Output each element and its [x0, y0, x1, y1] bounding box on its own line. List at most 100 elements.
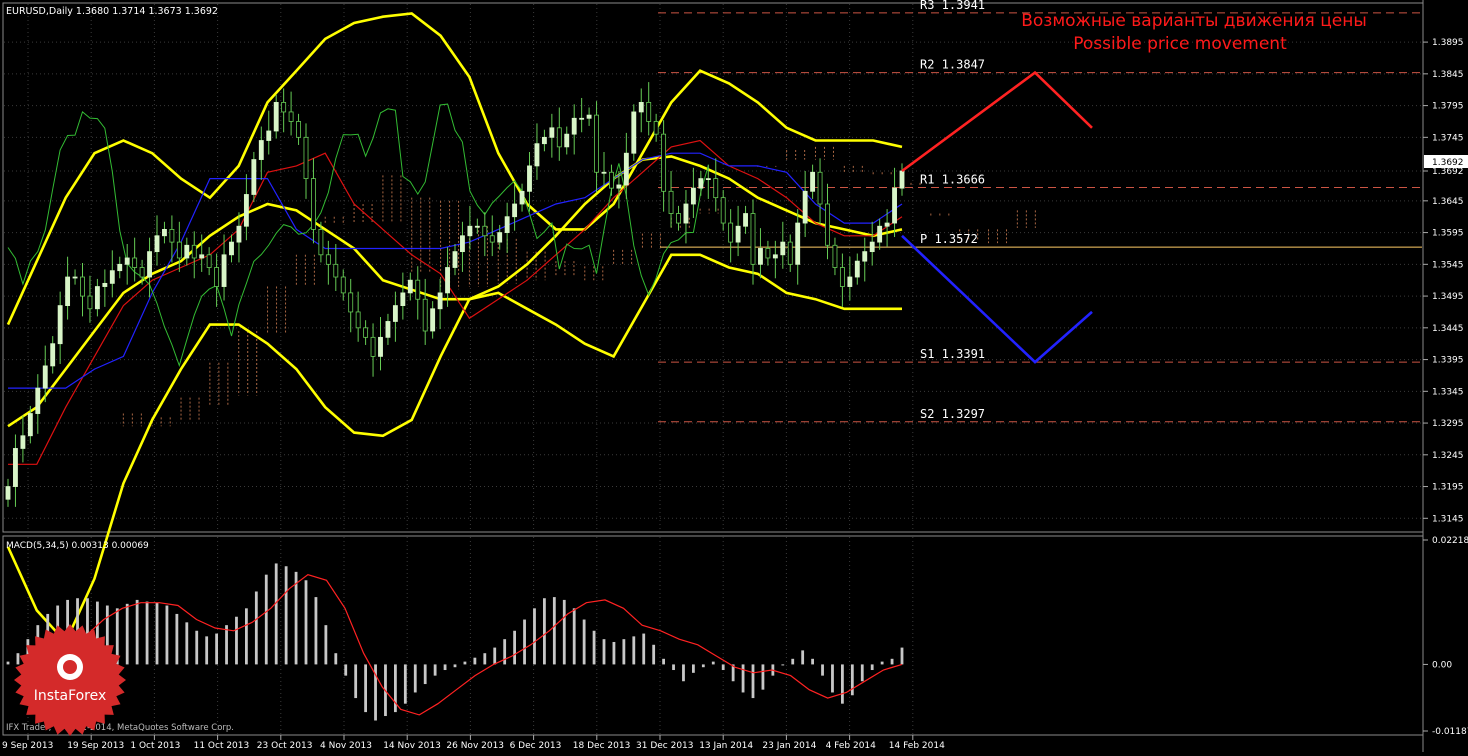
- chart-canvas[interactable]: R3 1.3941 R2 1.3847 R1 1.3666 P 1.3572 S1 1.…: [0, 0, 1468, 752]
- candle: [50, 336, 56, 374]
- candle-body: [661, 133, 667, 192]
- forecast-line-up: [901, 70, 1093, 173]
- candle: [601, 151, 607, 187]
- candle: [370, 323, 376, 377]
- candle-body: [35, 387, 41, 414]
- candle: [20, 415, 26, 463]
- candle-body: [124, 257, 130, 265]
- candle-body: [586, 114, 592, 119]
- candle-body: [266, 130, 272, 141]
- candle-body: [378, 336, 383, 357]
- candle-body: [348, 292, 354, 313]
- candle-body: [311, 178, 316, 230]
- macd-bar: [294, 571, 298, 665]
- candle: [847, 256, 853, 301]
- candle: [661, 120, 667, 212]
- candle: [80, 263, 85, 317]
- candle: [251, 151, 257, 203]
- candle: [35, 374, 41, 434]
- macd-bar: [900, 647, 904, 665]
- candle: [162, 221, 167, 244]
- candle: [325, 240, 331, 285]
- candle: [303, 123, 309, 199]
- candle-body: [407, 279, 413, 294]
- candle: [817, 158, 823, 225]
- macd-bar: [801, 650, 805, 665]
- candle-body: [601, 171, 607, 174]
- candle: [653, 113, 659, 142]
- candle-body: [355, 311, 361, 329]
- candle: [281, 88, 287, 133]
- macd-bar: [692, 664, 695, 673]
- candle-body: [698, 178, 704, 189]
- candle: [489, 215, 495, 257]
- macd-bar: [503, 639, 507, 665]
- candle: [229, 234, 234, 263]
- candle-body: [839, 267, 845, 287]
- candle-body: [497, 232, 503, 243]
- candle-body: [363, 327, 369, 338]
- candle-body: [214, 267, 220, 287]
- macd-bar: [831, 664, 834, 693]
- candle-body: [80, 276, 85, 297]
- macd-bar: [185, 622, 189, 665]
- macd-bar: [711, 661, 715, 665]
- candle: [184, 237, 190, 266]
- candle: [57, 291, 63, 365]
- macd-bar: [761, 664, 765, 690]
- time-tick-label: 18 Dec 2013: [573, 741, 631, 751]
- candle: [564, 126, 570, 155]
- time-tick-label: 1 Oct 2013: [130, 741, 180, 751]
- candle-body: [169, 229, 175, 243]
- candle-body: [847, 276, 853, 287]
- candle: [772, 240, 778, 279]
- macd-bar: [513, 630, 516, 665]
- candle: [795, 209, 801, 285]
- candle: [683, 190, 689, 244]
- candle: [460, 221, 465, 272]
- candle: [877, 218, 883, 250]
- candle: [72, 269, 78, 285]
- candle: [5, 478, 11, 507]
- candle-body: [385, 321, 391, 338]
- macd-bar: [344, 664, 348, 676]
- candle: [191, 231, 197, 279]
- price-tick-label: 1.3295: [1432, 419, 1464, 429]
- candle: [482, 212, 488, 257]
- candle-body: [147, 251, 152, 278]
- candle-body: [594, 114, 599, 173]
- candle-body: [668, 190, 674, 214]
- price-tick-label: 1.3895: [1432, 38, 1464, 48]
- candle-body: [94, 286, 100, 310]
- macd-bar: [811, 658, 814, 665]
- candle-body: [869, 241, 875, 253]
- macd-bar: [334, 653, 338, 665]
- candle-body: [460, 235, 465, 253]
- candle-body: [42, 365, 48, 389]
- time-tick-label: 4 Feb 2014: [826, 741, 877, 751]
- price-tick-label: 1.3645: [1432, 197, 1464, 207]
- candle-body: [437, 292, 443, 310]
- forecast-line-down: [901, 234, 1093, 364]
- time-tick-label: 9 Sep 2013: [2, 741, 53, 751]
- price-tick-label: 1.3245: [1432, 451, 1464, 461]
- time-tick-label: 4 Nov 2013: [320, 741, 372, 751]
- time-tick-label: 26 Nov 2013: [446, 741, 504, 751]
- candle-body: [109, 270, 115, 284]
- candle-body: [609, 171, 614, 189]
- candle: [832, 237, 838, 276]
- macd-bar: [791, 658, 795, 665]
- macd-histogram: [6, 563, 904, 721]
- candle-body: [258, 140, 264, 160]
- candle: [549, 113, 555, 158]
- candle: [787, 234, 793, 272]
- macd-bar: [652, 644, 656, 665]
- macd-bar: [314, 597, 318, 665]
- level-label: R3 1.3941: [920, 0, 985, 12]
- candle-body: [422, 298, 428, 332]
- candle: [720, 190, 726, 231]
- candle-body: [623, 152, 629, 186]
- candle: [452, 244, 458, 276]
- price-tick-label: 1.3145: [1432, 514, 1464, 524]
- candle: [839, 253, 845, 307]
